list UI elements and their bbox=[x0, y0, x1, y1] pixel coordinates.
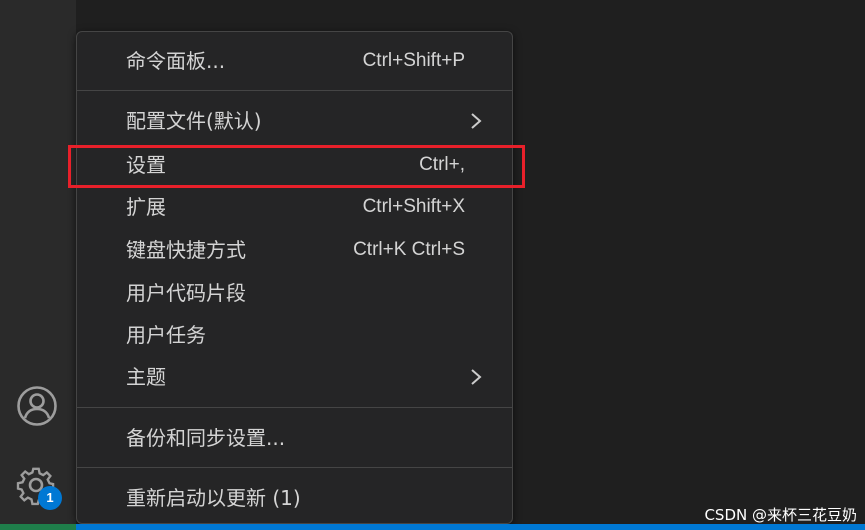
menu-item-user-snippets[interactable]: 用户代码片段 bbox=[77, 272, 512, 314]
update-badge: 1 bbox=[38, 486, 62, 510]
chevron-right-icon bbox=[471, 113, 482, 129]
menu-separator bbox=[77, 90, 512, 91]
menu-separator bbox=[77, 467, 512, 468]
menu-item-label: 备份和同步设置... bbox=[126, 426, 286, 450]
menu-item-command-palette[interactable]: 命令面板... Ctrl+Shift+P bbox=[77, 40, 512, 82]
menu-separator bbox=[77, 407, 512, 408]
activity-bar: 1 bbox=[0, 0, 76, 530]
menu-item-shortcut: Ctrl+Shift+P bbox=[362, 50, 465, 71]
menu-item-shortcut: Ctrl+Shift+X bbox=[362, 196, 465, 217]
menu-item-label: 命令面板... bbox=[126, 49, 226, 73]
menu-item-label: 用户代码片段 bbox=[126, 281, 246, 305]
menu-item-restart-to-update[interactable]: 重新启动以更新 (1) bbox=[77, 477, 512, 519]
manage-context-menu: 命令面板... Ctrl+Shift+P 配置文件(默认) 设置 Ctrl+, … bbox=[76, 31, 513, 524]
menu-item-label: 键盘快捷方式 bbox=[126, 238, 246, 262]
chevron-right-icon bbox=[471, 369, 482, 385]
menu-item-user-tasks[interactable]: 用户任务 bbox=[77, 314, 512, 356]
menu-item-label: 重新启动以更新 (1) bbox=[126, 486, 301, 510]
menu-item-extensions[interactable]: 扩展 Ctrl+Shift+X bbox=[77, 186, 512, 228]
account-icon[interactable] bbox=[16, 385, 58, 427]
remote-indicator[interactable] bbox=[0, 524, 76, 530]
menu-item-profiles[interactable]: 配置文件(默认) bbox=[77, 100, 512, 142]
menu-item-label: 配置文件(默认) bbox=[126, 109, 262, 133]
menu-item-shortcut: Ctrl+K Ctrl+S bbox=[353, 239, 465, 260]
menu-item-themes[interactable]: 主题 bbox=[77, 356, 512, 398]
menu-item-keyboard-shortcuts[interactable]: 键盘快捷方式 Ctrl+K Ctrl+S bbox=[77, 229, 512, 271]
annotation-highlight-box bbox=[68, 145, 525, 188]
menu-item-label: 主题 bbox=[126, 365, 166, 389]
watermark-text: CSDN @来杯三花豆奶 bbox=[704, 506, 857, 524]
menu-item-backup-sync[interactable]: 备份和同步设置... bbox=[77, 417, 512, 459]
menu-item-label: 扩展 bbox=[126, 195, 166, 219]
menu-item-label: 用户任务 bbox=[126, 323, 206, 347]
